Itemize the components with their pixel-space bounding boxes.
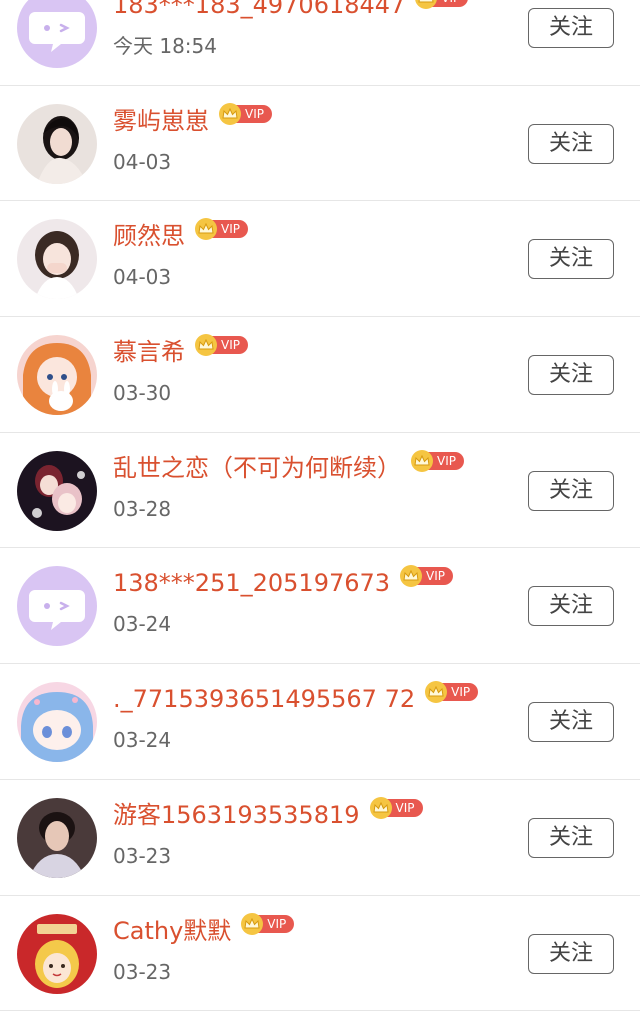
cartoon-avatar-icon: [17, 913, 97, 994]
list-item[interactable]: 游客1563193535819 VIP 03-23 关注: [0, 780, 640, 896]
vip-badge: VIP: [369, 796, 423, 819]
follow-button[interactable]: 关注: [528, 702, 614, 743]
user-name[interactable]: 183***183_4970618447: [113, 0, 405, 21]
follow-time: 03-24: [113, 728, 172, 753]
user-name[interactable]: 138***251_205197673: [113, 567, 390, 599]
name-line: 顾然思 VIP: [113, 218, 248, 254]
name-line: 183***183_4970618447 VIP: [113, 0, 469, 23]
follow-button[interactable]: 关注: [528, 8, 614, 48]
avatar[interactable]: [17, 335, 97, 416]
avatar[interactable]: [17, 0, 97, 68]
follow-time: 03-24: [113, 612, 172, 637]
anime-avatar-icon: [17, 682, 97, 763]
avatar[interactable]: [17, 797, 97, 878]
avatar[interactable]: [17, 566, 97, 647]
vip-badge: VIP: [411, 449, 464, 472]
avatar[interactable]: [17, 219, 97, 300]
default-chat-avatar-icon: [17, 0, 97, 68]
follow-button[interactable]: 关注: [528, 239, 614, 280]
name-line: 乱世之恋（不可为何断续） VIP: [113, 449, 464, 486]
user-name[interactable]: 顾然思: [113, 220, 185, 252]
follow-time: 04-03: [113, 149, 172, 174]
follow-time: 03-23: [113, 959, 172, 984]
default-chat-avatar-icon: [17, 566, 97, 647]
user-name[interactable]: 乱世之恋（不可为何断续）: [113, 452, 401, 484]
anime-avatar-icon: [17, 450, 97, 531]
follow-time: 04-03: [113, 265, 172, 290]
name-line: 138***251_205197673 VIP: [113, 565, 454, 601]
follow-button[interactable]: 关注: [528, 123, 614, 164]
photo-avatar-icon: [17, 797, 97, 878]
follow-button[interactable]: 关注: [528, 470, 614, 511]
vip-badge: VIP: [219, 102, 272, 125]
avatar[interactable]: [17, 913, 97, 994]
crown-icon: [219, 102, 241, 125]
avatar[interactable]: [17, 103, 97, 184]
name-line: ._7715393651495567 72 VIP: [113, 681, 479, 717]
list-item[interactable]: 138***251_205197673 VIP 03-24 关注: [0, 548, 640, 665]
crown-icon: [411, 449, 433, 472]
vip-badge: VIP: [195, 334, 248, 357]
photo-avatar-icon: [17, 103, 97, 184]
user-name[interactable]: 游客1563193535819: [113, 799, 360, 831]
name-line: Cathy默默 VIP: [113, 912, 295, 949]
follow-time: 03-28: [113, 496, 172, 521]
name-line: 游客1563193535819 VIP: [113, 796, 423, 833]
list-item[interactable]: 顾然思 VIP 04-03 关注: [0, 201, 640, 318]
list-item[interactable]: 183***183_4970618447 VIP 今天 18:54 关注: [0, 0, 640, 86]
vip-badge: VIP: [425, 681, 479, 704]
follow-time: 今天 18:54: [113, 34, 217, 58]
anime-avatar-icon: [17, 335, 97, 416]
list-item[interactable]: Cathy默默 VIP 03-23 关注: [0, 896, 640, 1012]
avatar[interactable]: [17, 450, 97, 531]
list-item[interactable]: 慕言希 VIP 03-30 关注: [0, 317, 640, 433]
user-name[interactable]: 慕言希: [113, 336, 185, 368]
photo-avatar-icon: [17, 219, 97, 300]
user-name[interactable]: 雾屿崽崽: [113, 105, 209, 137]
name-line: 慕言希 VIP: [113, 334, 248, 370]
vip-badge: VIP: [241, 912, 295, 935]
crown-icon: [369, 796, 392, 819]
list-item[interactable]: 乱世之恋（不可为何断续） VIP 03-28 关注: [0, 433, 640, 549]
avatar[interactable]: [17, 682, 97, 763]
vip-badge: VIP: [195, 218, 248, 241]
follow-button[interactable]: 关注: [528, 817, 614, 858]
crown-icon: [415, 0, 438, 9]
follow-button[interactable]: 关注: [528, 933, 614, 974]
crown-icon: [195, 334, 217, 357]
follow-time: 03-23: [113, 843, 172, 868]
list-item[interactable]: ._7715393651495567 72 VIP 03-24 关注: [0, 664, 640, 780]
crown-icon: [241, 912, 264, 935]
follower-list: 183***183_4970618447 VIP 今天 18:54 关注 雾屿崽…: [0, 0, 640, 1012]
vip-badge: VIP: [415, 0, 469, 9]
follow-button[interactable]: 关注: [528, 586, 614, 627]
vip-label: VIP: [431, 0, 469, 7]
user-name[interactable]: ._7715393651495567 72: [113, 683, 415, 715]
vip-badge: VIP: [400, 565, 454, 588]
follow-button[interactable]: 关注: [528, 355, 614, 396]
follow-time: 03-30: [113, 381, 172, 406]
name-line: 雾屿崽崽 VIP: [113, 102, 272, 139]
user-name[interactable]: Cathy默默: [113, 915, 231, 947]
list-item[interactable]: 雾屿崽崽 VIP 04-03 关注: [0, 86, 640, 202]
